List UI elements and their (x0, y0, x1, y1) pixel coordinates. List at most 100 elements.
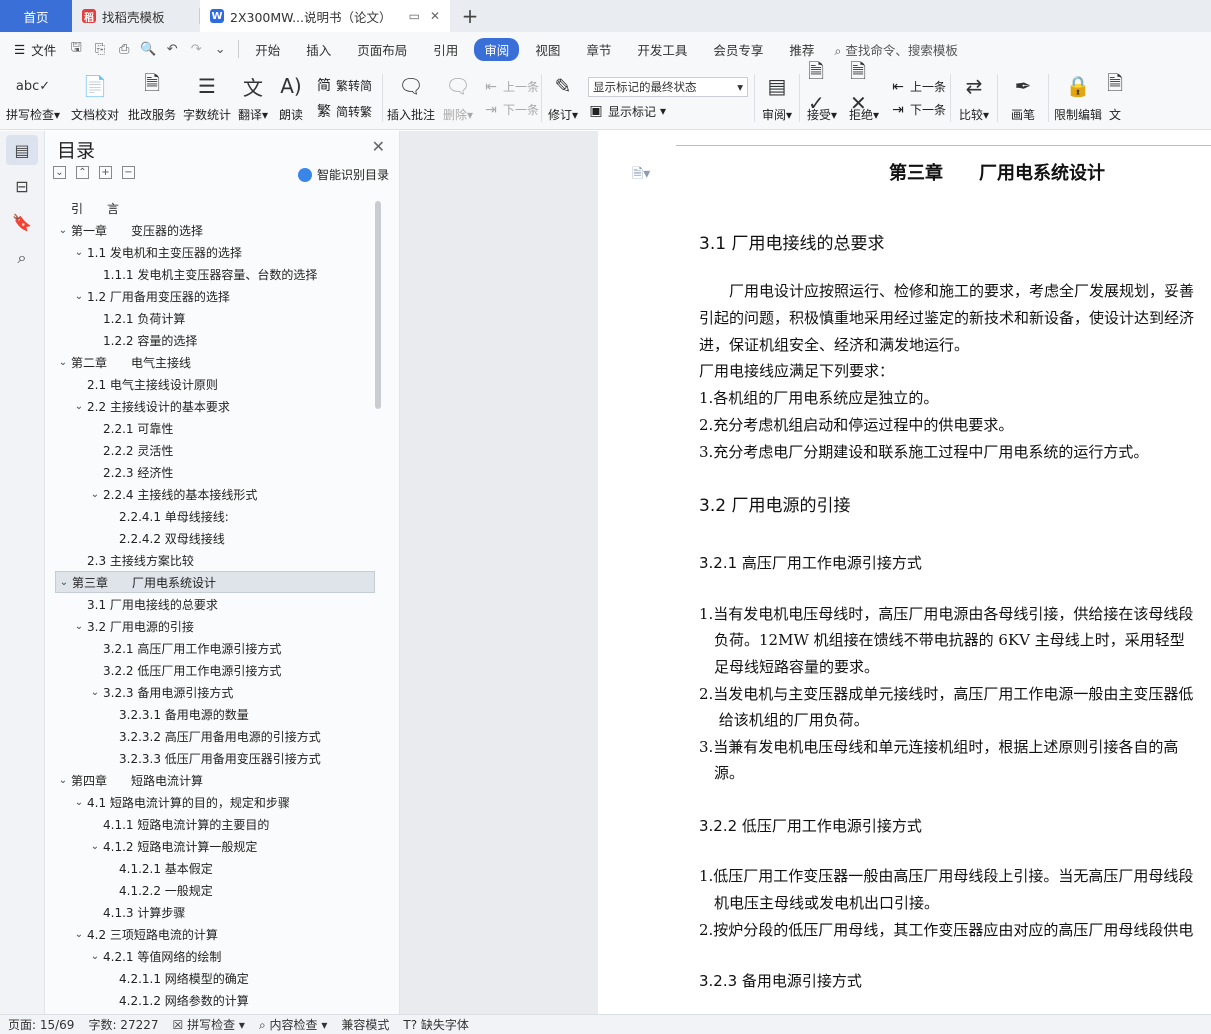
doc-proof-button[interactable]: 📄 文档校对 (66, 66, 124, 130)
trad-to-simp-button[interactable]: 简繁转简 (316, 75, 382, 95)
menu-tab[interactable]: 审阅 (474, 37, 520, 61)
toc-item[interactable]: 3.2.2 低压厂用工作电源引接方式 (55, 659, 375, 681)
show-markup-button[interactable]: ▣ 显示标记 ▾ (588, 103, 754, 120)
toc-item[interactable]: ⌄ 2.2.4 主接线的基本接线形式 (55, 483, 375, 505)
pin-icon[interactable]: ▭ (409, 9, 420, 23)
tab-home[interactable]: 首页 (0, 0, 72, 32)
toc-item[interactable]: 3.2.3.3 低压厂用备用变压器引接方式 (55, 747, 375, 769)
word-count[interactable]: 字数: 27227 (88, 1016, 158, 1033)
read-aloud-button[interactable]: A) 朗读 (272, 66, 310, 130)
spell-check-status[interactable]: ☒ 拼写检查 ▾ (173, 1016, 245, 1033)
chevron-down-icon[interactable]: ⌄ (71, 929, 87, 940)
add-heading-icon[interactable]: + (99, 166, 112, 179)
chapter-nav-icon[interactable]: ⊟ (6, 171, 38, 201)
tab-document[interactable]: W 2X300MW...说明书（论文） ▭ ✕ (200, 0, 450, 32)
new-tab-button[interactable]: + (450, 0, 490, 32)
toc-item[interactable]: 2.1 电气主接线设计原则 (55, 373, 375, 395)
close-tab-icon[interactable]: ✕ (430, 9, 440, 23)
toc-item[interactable]: ⌄ 第一章 变压器的选择 (55, 219, 375, 241)
export-icon[interactable]: ⎘ (88, 42, 112, 57)
toc-item[interactable]: ⌄ 4.2 三项短路电流的计算 (55, 923, 375, 945)
chevron-down-icon[interactable]: ⌄ (87, 951, 103, 962)
toc-item[interactable]: 1.2.2 容量的选择 (55, 329, 375, 351)
next-change-button[interactable]: ⇥ 下一条 (890, 101, 950, 118)
insert-comment-button[interactable]: 🗨 插入批注 (383, 66, 439, 130)
smart-toc-button[interactable]: 智能识别目录 (297, 166, 389, 183)
toc-item[interactable]: ⌄ 第二章 电气主接线 (55, 351, 375, 373)
toc-item[interactable]: 4.1.1 短路电流计算的主要目的 (55, 813, 375, 835)
chevron-down-icon[interactable]: ⌄ (87, 687, 103, 698)
undo-icon[interactable]: ↶ (160, 42, 184, 57)
tab-template[interactable]: 稻 找稻壳模板 (72, 0, 200, 32)
translate-button[interactable]: 文翻译▾ (234, 66, 272, 130)
toc-item[interactable]: 4.2.1.1 网络模型的确定 (55, 967, 375, 989)
chevron-down-icon[interactable]: ⌄ (71, 291, 87, 302)
more-icon[interactable]: ⌄ (208, 42, 232, 57)
toc-item[interactable]: 3.2.3.2 高压厂用备用电源的引接方式 (55, 725, 375, 747)
save-icon[interactable]: 🖫 (64, 38, 88, 60)
toc-item[interactable]: ⌄ 4.2.1 等值网络的绘制 (55, 945, 375, 967)
toc-item[interactable]: ⌄ 第三章 厂用电系统设计 (55, 571, 375, 593)
accept-button[interactable]: 🗎✓ 接受▾ (800, 59, 844, 130)
chevron-down-icon[interactable]: ⌄ (87, 841, 103, 852)
command-search[interactable]: ⌕ 查找命令、搜索模板 (834, 40, 958, 59)
toc-item[interactable]: 3.1 厂用电接线的总要求 (55, 593, 375, 615)
compare-button[interactable]: ⇄ 比较▾ (951, 66, 997, 130)
menu-tab[interactable]: 推荐 (779, 40, 824, 59)
simp-to-trad-button[interactable]: 繁简转繁 (316, 101, 382, 121)
content-check-status[interactable]: ⌕ 内容检查 ▾ (259, 1016, 327, 1033)
file-menu[interactable]: ☰ 文件 (0, 40, 64, 59)
menu-tab[interactable]: 视图 (525, 40, 570, 59)
close-icon[interactable]: ✕ (372, 137, 385, 156)
toc-panel-icon[interactable]: ▤ (6, 135, 38, 165)
menu-tab[interactable]: 开始 (245, 40, 290, 59)
toc-item[interactable]: 2.2.4.1 单母线接线: (55, 505, 375, 527)
toc-item[interactable]: 3.2.3.1 备用电源的数量 (55, 703, 375, 725)
chevron-down-icon[interactable]: ⌄ (71, 797, 87, 808)
chevron-down-icon[interactable]: ⌄ (56, 577, 72, 588)
chevron-down-icon[interactable]: ⌄ (55, 225, 71, 236)
track-changes-button[interactable]: ✎ 修订▾ (542, 66, 584, 130)
chevron-down-icon[interactable]: ⌄ (71, 621, 87, 632)
toc-item[interactable]: 4.1.3 计算步骤 (55, 901, 375, 923)
menu-tab[interactable]: 会员专享 (703, 40, 773, 59)
annotate-service-button[interactable]: 🗎 批改服务 (124, 66, 180, 130)
toc-item[interactable]: 2.2.2 灵活性 (55, 439, 375, 461)
remove-heading-icon[interactable]: − (122, 166, 135, 179)
toc-item[interactable]: 2.2.4.2 双母线接线 (55, 527, 375, 549)
pen-button[interactable]: ✒ 画笔 (998, 66, 1048, 130)
toc-item[interactable]: 2.2.3 经济性 (55, 461, 375, 483)
review-pane-button[interactable]: ▤ 审阅▾ (755, 66, 799, 130)
prev-change-button[interactable]: ⇤ 上一条 (890, 78, 950, 95)
menu-tab[interactable]: 章节 (576, 40, 621, 59)
toc-item[interactable]: ⌄ 第四章 短路电流计算 (55, 769, 375, 791)
toc-item[interactable]: 引 言 (55, 197, 375, 219)
preview-icon[interactable]: 🔍 (136, 42, 160, 57)
paragraph-menu-icon[interactable]: 🗎▾ (632, 163, 650, 187)
toc-item[interactable]: ⌄ 2.2 主接线设计的基本要求 (55, 395, 375, 417)
menu-tab[interactable]: 页面布局 (347, 40, 417, 59)
spell-check-button[interactable]: abc✓ 拼写检查▾ (0, 66, 66, 130)
toc-item[interactable]: ⌄ 4.1.2 短路电流计算一般规定 (55, 835, 375, 857)
chevron-down-icon[interactable]: ⌄ (71, 401, 87, 412)
toc-item[interactable]: ⌄ 4.1 短路电流计算的目的，规定和步骤 (55, 791, 375, 813)
search-icon[interactable]: ⌕ (6, 243, 38, 273)
bookmark-icon[interactable]: 🔖 (6, 207, 38, 237)
menu-tab[interactable]: 引用 (423, 40, 468, 59)
expand-all-icon[interactable]: ⌃ (76, 166, 89, 179)
toc-scrollbar[interactable] (375, 201, 381, 409)
toc-item[interactable]: 3.2.1 高压厂用工作电源引接方式 (55, 637, 375, 659)
chevron-down-icon[interactable]: ⌄ (55, 357, 71, 368)
word-count-button[interactable]: ☰ 字数统计 (180, 66, 234, 130)
print-icon[interactable]: ⎙ (112, 42, 136, 57)
markup-state-select[interactable]: 显示标记的最终状态 ▾ (588, 76, 748, 97)
restrict-edit-button[interactable]: 🔒 限制编辑 (1049, 66, 1107, 130)
toc-item[interactable]: ⌄ 1.2 厂用备用变压器的选择 (55, 285, 375, 307)
page-indicator[interactable]: 页面: 15/69 (8, 1016, 74, 1033)
missing-font[interactable]: T? 缺失字体 (403, 1016, 469, 1033)
toc-item[interactable]: 1.1.1 发电机主变压器容量、台数的选择 (55, 263, 375, 285)
redo-icon[interactable]: ↷ (184, 42, 208, 57)
toc-item[interactable]: ⌄ 1.1 发电机和主变压器的选择 (55, 241, 375, 263)
next-comment-button[interactable]: ⇥ 下一条 (483, 101, 541, 118)
toc-item[interactable]: 4.1.2.2 一般规定 (55, 879, 375, 901)
